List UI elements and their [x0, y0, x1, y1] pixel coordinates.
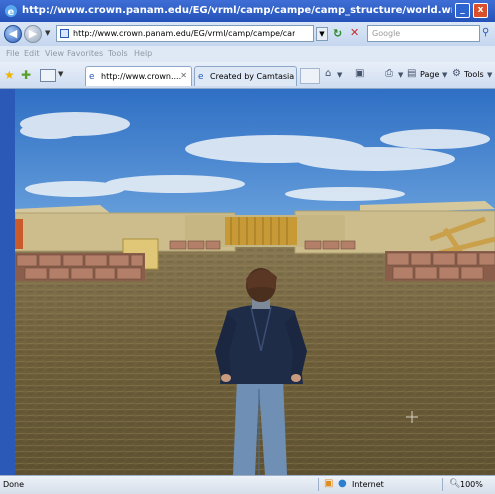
new-tab-button[interactable] — [300, 68, 320, 84]
forward-button[interactable]: ▶ — [24, 25, 42, 43]
feeds-icon[interactable]: ▣ — [355, 68, 364, 79]
stone-wall-center-left — [169, 240, 221, 250]
tab-world-wrl[interactable]: e http://www.crown.... ✕ — [85, 66, 192, 86]
title-bar: e http://www.crown.panam.edu/EG/vrml/cam… — [0, 0, 495, 22]
address-field[interactable]: http://www.crown.panam.edu/EG/vrml/camp/… — [56, 25, 314, 42]
stop-icon[interactable]: ✕ — [350, 26, 359, 39]
tab-bar: ★ ✚ ▼ e http://www.crown.... ✕ e Created… — [0, 62, 495, 89]
close-tab-icon[interactable]: ✕ — [180, 71, 187, 80]
stone-wall-left — [15, 253, 145, 281]
menu-file[interactable]: File — [6, 49, 19, 58]
page-menu-icon[interactable]: ▤ — [407, 68, 416, 79]
zoom-icon[interactable]: 🔍︎ — [449, 479, 460, 489]
ie-page-icon: e — [198, 72, 204, 82]
print-icon[interactable]: ⎙ — [385, 68, 393, 79]
quick-tabs-icon[interactable] — [40, 69, 56, 82]
window-left-border — [0, 89, 15, 475]
status-divider — [318, 478, 319, 491]
globe-icon: ● — [338, 478, 347, 489]
stone-wall-right — [385, 251, 495, 281]
address-dropdown-icon[interactable]: ▼ — [316, 27, 328, 41]
search-placeholder: Google — [372, 29, 401, 38]
menu-favorites[interactable]: Favorites — [67, 49, 103, 58]
minimize-button[interactable]: _ — [455, 3, 470, 18]
internet-explorer-icon: e — [5, 5, 17, 18]
protected-mode-icon: ▣ — [324, 478, 334, 489]
ie-page-icon: e — [89, 72, 95, 82]
history-dropdown-icon[interactable]: ▼ — [45, 29, 50, 37]
tab-label: Created by Camtasia St... — [210, 72, 296, 81]
tools-dropdown-icon[interactable]: ▼ — [487, 71, 492, 79]
print-dropdown-icon[interactable]: ▼ — [398, 71, 403, 79]
status-divider — [442, 478, 443, 491]
home-dropdown-icon[interactable]: ▼ — [337, 71, 342, 79]
tab-label: http://www.crown.... — [101, 72, 182, 81]
search-input[interactable]: Google — [367, 25, 480, 42]
status-text: Done — [3, 480, 25, 489]
menu-edit[interactable]: Edit — [24, 49, 40, 58]
url-text: http://www.crown.panam.edu/EG/vrml/camp/… — [73, 29, 295, 38]
svg-text:e: e — [8, 7, 15, 18]
close-button[interactable]: x — [473, 3, 488, 18]
status-bar: Done ▣ ● Internet 🔍︎ 100% — [0, 475, 495, 494]
tools-menu-label[interactable]: Tools — [464, 70, 484, 79]
wooden-gate — [225, 217, 297, 245]
vrml-scene — [15, 89, 495, 475]
security-zone-label: Internet — [352, 480, 384, 489]
window-title: http://www.crown.panam.edu/EG/vrml/camp/… — [22, 5, 452, 16]
tab-list-dropdown-icon[interactable]: ▼ — [58, 70, 63, 78]
favorites-star-icon[interactable]: ★ — [4, 68, 15, 82]
back-button[interactable]: ◀ — [4, 25, 22, 43]
vrml-viewport[interactable] — [15, 89, 495, 475]
menu-bar: File Edit View Favorites Tools Help — [0, 46, 495, 62]
tab-camtasia[interactable]: e Created by Camtasia St... — [194, 66, 297, 86]
refresh-icon[interactable]: ↻ — [333, 27, 342, 40]
stone-wall-center-right — [304, 240, 356, 250]
tools-gear-icon[interactable]: ⚙ — [452, 68, 461, 79]
menu-help[interactable]: Help — [134, 49, 152, 58]
menu-view[interactable]: View — [45, 49, 64, 58]
home-icon[interactable]: ⌂ — [325, 68, 331, 79]
add-favorites-icon[interactable]: ✚ — [21, 68, 31, 82]
page-icon — [60, 29, 69, 38]
zoom-level[interactable]: 100% — [460, 480, 483, 489]
page-dropdown-icon[interactable]: ▼ — [442, 71, 447, 79]
search-icon[interactable]: ⚲ — [482, 27, 489, 38]
page-menu-label[interactable]: Page — [420, 70, 439, 79]
menu-tools[interactable]: Tools — [108, 49, 128, 58]
address-toolbar: ◀ ▶ ▼ http://www.crown.panam.edu/EG/vrml… — [0, 22, 495, 46]
